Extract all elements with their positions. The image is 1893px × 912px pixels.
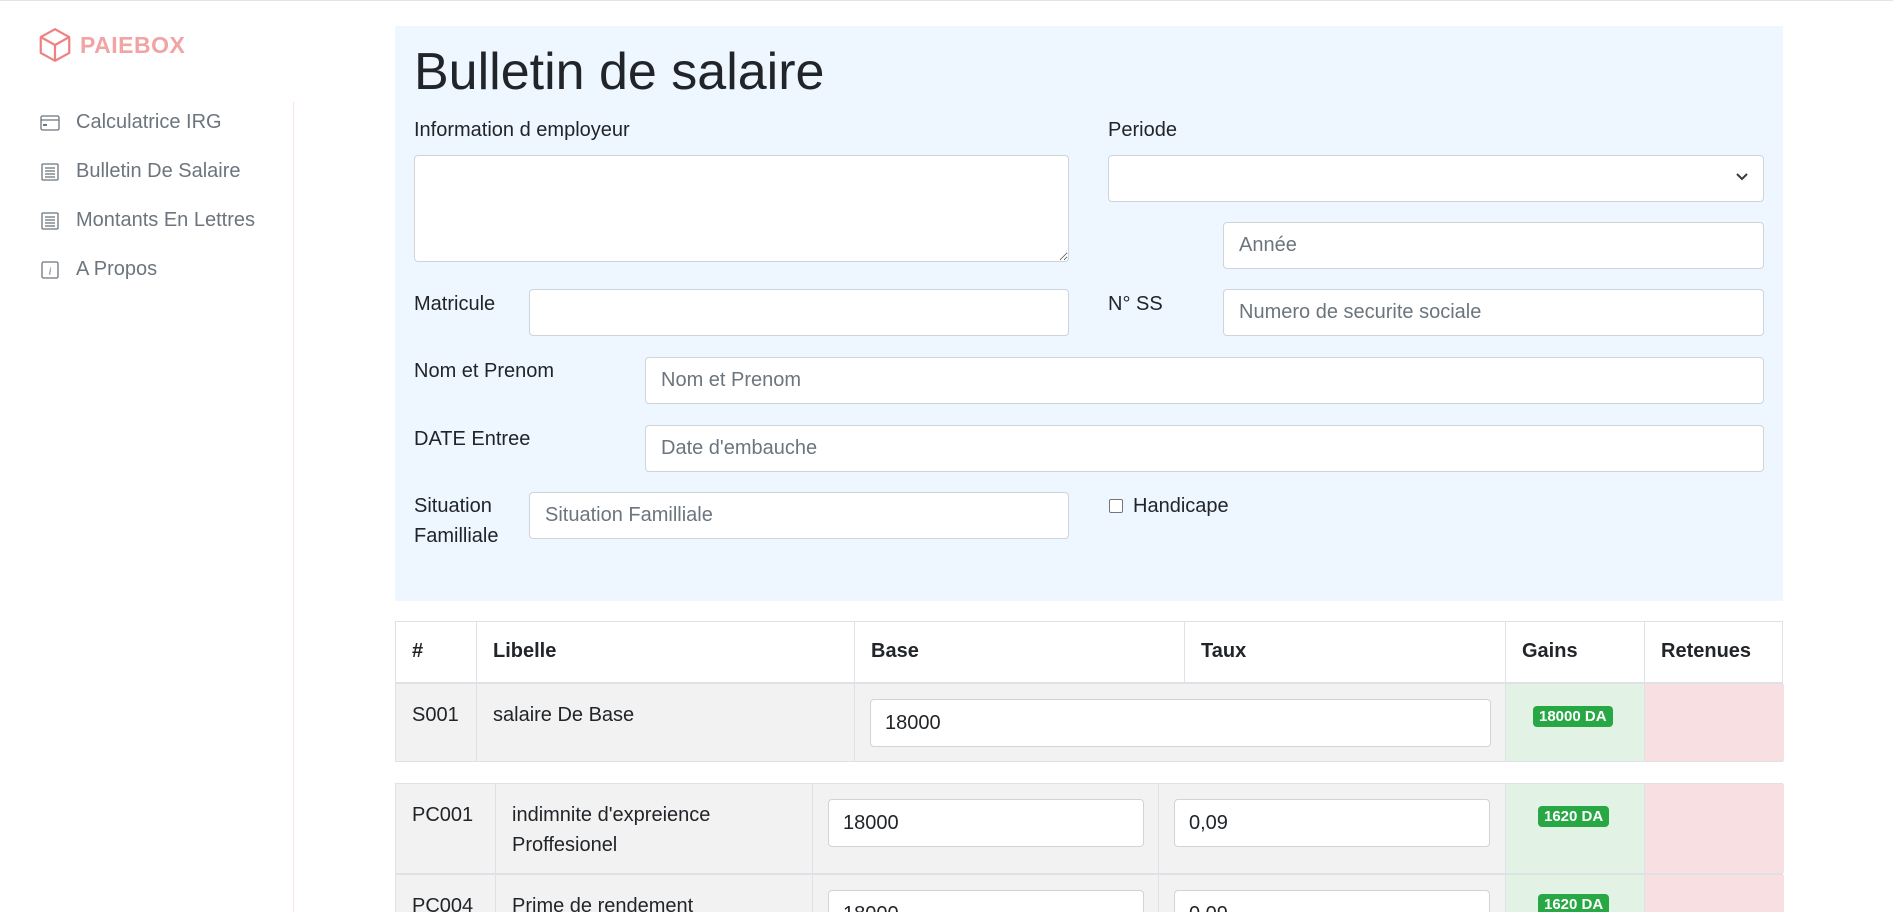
document-list-icon	[40, 162, 60, 182]
ss-number-input[interactable]	[1223, 289, 1764, 336]
info-icon: i	[40, 260, 60, 280]
row-retenues-cell	[1645, 684, 1784, 761]
hire-date-input[interactable]	[645, 425, 1764, 472]
document-list-icon	[40, 211, 60, 231]
row-libelle: indimnite d'expreience Proffesionel	[496, 784, 813, 873]
chevron-down-icon	[1736, 173, 1748, 181]
handicap-label: Handicape	[1133, 495, 1229, 517]
column-header-number: #	[396, 622, 477, 682]
row-gains-cell: 1620 DA	[1506, 784, 1645, 873]
name-label: Nom et Prenom	[414, 360, 555, 382]
family-situation-input[interactable]	[529, 492, 1069, 539]
sidebar-item-montants-en-lettres[interactable]: Montants En Lettres	[40, 196, 290, 245]
row-base-cell: 18000	[813, 784, 1159, 873]
sidebar-nav: Calculatrice IRG Bulletin De Salaire Mon…	[40, 98, 290, 294]
row-taux-cell: 0,09	[1159, 875, 1506, 912]
row-retenues-cell	[1645, 875, 1784, 912]
cube-icon	[39, 28, 71, 62]
column-header-taux: Taux	[1185, 622, 1506, 682]
row-retenues-cell	[1645, 784, 1784, 873]
payslip-form-card: Bulletin de salaire Information d employ…	[395, 26, 1783, 601]
table-row: PC001 indimnite d'expreience Proffesione…	[395, 783, 1784, 874]
credit-card-icon	[40, 113, 60, 133]
row-code: PC001	[396, 784, 496, 873]
gains-badge: 1620 DA	[1538, 894, 1610, 912]
row-code: PC004	[396, 875, 496, 912]
employer-textarea[interactable]	[414, 155, 1069, 262]
taux-input[interactable]: 0,09	[1174, 890, 1490, 912]
sidebar-item-label: Bulletin De Salaire	[76, 160, 241, 182]
row-code: S001	[396, 684, 477, 761]
base-input[interactable]: 18000	[870, 699, 1491, 747]
matricule-label: Matricule	[414, 293, 496, 315]
year-input[interactable]	[1223, 222, 1764, 269]
full-name-input[interactable]	[645, 357, 1764, 404]
row-libelle: Prime de rendement	[496, 875, 813, 912]
gains-badge: 18000 DA	[1533, 706, 1613, 727]
sidebar-item-label: Montants En Lettres	[76, 209, 255, 231]
column-header-gains: Gains	[1506, 622, 1645, 682]
svg-text:i: i	[48, 265, 51, 277]
ss-label: N° SS	[1108, 293, 1163, 315]
column-header-libelle: Libelle	[477, 622, 855, 682]
taux-input[interactable]: 0,09	[1174, 799, 1490, 847]
base-input[interactable]: 18000	[828, 799, 1144, 847]
brand-logo[interactable]: PAIEBOX	[36, 26, 185, 64]
handicap-checkbox[interactable]	[1109, 499, 1123, 513]
sidebar-item-label: A Propos	[76, 258, 158, 280]
period-select[interactable]	[1108, 155, 1764, 202]
base-input[interactable]: 18000	[828, 890, 1144, 912]
table-header: # Libelle Base Taux Gains Retenues	[395, 621, 1783, 683]
brand-name: PAIEBOX	[80, 31, 186, 58]
situation-label: Situation Familliale	[414, 495, 499, 547]
column-header-base: Base	[855, 622, 1185, 682]
period-label: Periode	[1108, 119, 1177, 141]
page-title: Bulletin de salaire	[414, 43, 825, 101]
sidebar-item-bulletin-de-salaire[interactable]: Bulletin De Salaire	[40, 147, 290, 196]
gains-badge: 1620 DA	[1538, 806, 1610, 827]
row-base-cell: 18000	[855, 684, 1506, 761]
table-row: S001 salaire De Base 18000 18000 DA	[395, 683, 1784, 762]
sidebar-item-a-propos[interactable]: i A Propos	[40, 245, 290, 294]
row-base-cell: 18000	[813, 875, 1159, 912]
row-gains-cell: 1620 DA	[1506, 875, 1645, 912]
row-libelle: salaire De Base	[477, 684, 855, 761]
matricule-input[interactable]	[529, 289, 1069, 336]
date-label: DATE Entree	[414, 428, 531, 450]
column-header-retenues: Retenues	[1661, 640, 1752, 662]
top-border	[0, 0, 1893, 1]
sidebar-item-label: Calculatrice IRG	[76, 111, 222, 133]
employer-label: Information d employeur	[414, 119, 630, 141]
sidebar-divider	[293, 102, 294, 912]
row-gains-cell: 18000 DA	[1506, 684, 1645, 761]
row-taux-cell: 0,09	[1159, 784, 1506, 873]
table-row: PC004 Prime de rendement 18000 0,09 1620…	[395, 874, 1784, 912]
sidebar-item-calculatrice-irg[interactable]: Calculatrice IRG	[40, 98, 290, 147]
